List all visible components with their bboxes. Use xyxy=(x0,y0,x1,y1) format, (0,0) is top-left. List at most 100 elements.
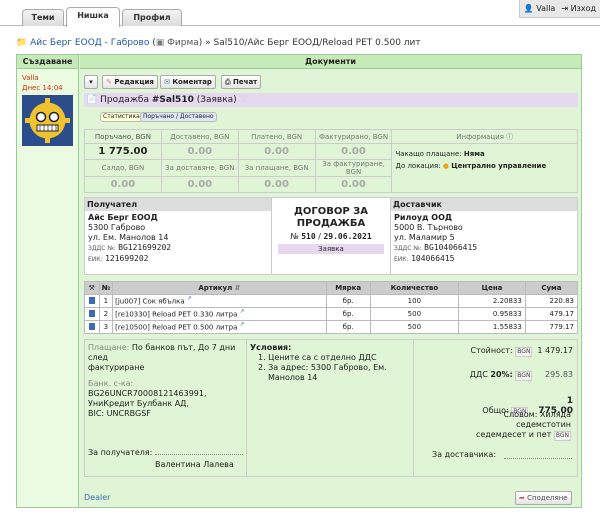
bank-iban: BG26UNCR70008121463991, xyxy=(88,389,207,398)
user-icon: 👤 xyxy=(523,4,534,13)
share-icon: ➦ xyxy=(519,494,525,502)
summary-label-balance: Салдо, BGN xyxy=(84,159,162,177)
item-name: Reload PET 0.500 литра xyxy=(152,323,238,332)
printer-icon: ⎙ xyxy=(225,78,231,86)
contract-state: Заявка xyxy=(278,244,384,254)
summary-value-to-pay: 0.00 xyxy=(237,176,316,193)
sale-number[interactable]: #Sal510 xyxy=(152,95,194,105)
contract-number: 510 xyxy=(301,232,316,241)
supplier-sign-label: За доставчика: xyxy=(432,450,497,459)
conditions-header: Условия: xyxy=(250,343,292,352)
creator-name[interactable]: Valla xyxy=(22,74,39,82)
logout-link[interactable]: ⇥ Изход xyxy=(561,4,596,13)
summary-value-ordered: 1 775.00 xyxy=(84,143,162,160)
payment-box: Плащане: По банков път, До 7 дни след фа… xyxy=(85,340,247,476)
external-link-icon[interactable]: ↗ xyxy=(187,296,192,302)
dealer-link[interactable]: Dealer xyxy=(84,493,110,502)
item-code: [re10330] xyxy=(115,310,150,319)
logout-icon: ⇥ xyxy=(561,4,569,13)
recipient-eik: 121699202 xyxy=(105,254,149,263)
breadcrumb-company-link[interactable]: Айс Берг ЕООД - Габрово xyxy=(30,38,149,48)
summary-table: Поръчано, BGN Доставено, BGN Платено, BG… xyxy=(84,129,578,193)
terms-block: Плащане: По банков път, До 7 дни след фа… xyxy=(84,339,578,477)
comment-button[interactable]: ✉ Коментар xyxy=(160,75,216,89)
comment-icon: ✉ xyxy=(164,78,170,86)
user-link[interactable]: 👤 Valla xyxy=(524,4,556,13)
contract-box: ДОГОВОР ЗА ПРОДАЖБА № 510 / 29.06.2021 З… xyxy=(271,198,391,274)
recipient-vat: BG121699202 xyxy=(118,243,172,252)
print-button[interactable]: ⎙ Печат xyxy=(221,75,262,89)
contract-title-1: ДОГОВОР ЗА xyxy=(293,206,369,217)
pencil-icon: ✎ xyxy=(106,78,112,86)
heart-icon[interactable]: ♡ xyxy=(240,95,248,105)
currency-tag: BGN xyxy=(515,347,533,357)
summary-label-info: Информация ⓘ xyxy=(391,129,578,144)
summary-label-to-pay: За плащане, BGN xyxy=(237,159,316,177)
row-doc-icon[interactable] xyxy=(84,294,100,308)
external-link-icon[interactable]: ↗ xyxy=(240,309,245,315)
items-header-row: ⚒ № Артикул ⇵ Мярка Количество Цена Сума xyxy=(84,281,579,295)
row-doc-icon[interactable] xyxy=(84,307,100,321)
tab-ordered-delivered[interactable]: Поръчано / Доставено xyxy=(140,112,217,122)
summary-label-to-invoice: За фактуриране, BGN xyxy=(314,159,393,177)
breadcrumb-type: Фирма xyxy=(167,38,199,48)
recipient-address-1: 5300 Габрово xyxy=(88,223,146,232)
creator-column: Valla Днес 14:04 xyxy=(17,69,79,507)
supplier-eik: 104066415 xyxy=(411,254,455,263)
recipient-box: Получател Айс Берг ЕООД 5300 Габрово ул.… xyxy=(85,198,271,274)
tab-statistics[interactable]: Статистика xyxy=(100,112,143,122)
conditions-box: Условия: 1. Цените са с отделно ДДС 2. З… xyxy=(247,340,414,476)
contract-date: 29.06.2021 xyxy=(323,232,372,241)
item-name: Сок ябълка xyxy=(142,297,185,306)
creator-time: Днес 14:04 xyxy=(22,84,63,92)
tab-profile[interactable]: Профил xyxy=(122,9,182,26)
building-icon: ▣ xyxy=(155,38,165,48)
supplier-address-2: ул. Маламир 5 xyxy=(394,233,455,242)
summary-info-cell: Чакащо плащане: Няма До локация: ● Центр… xyxy=(391,143,578,193)
items-header-sum: Сума xyxy=(524,281,579,295)
recipient-name: Айс Берг ЕООД xyxy=(88,213,158,222)
summary-value-paid: 0.00 xyxy=(237,143,316,160)
breadcrumb: 📁 Айс Берг ЕООД - Габрово (▣ Фирма) » Sa… xyxy=(16,38,421,48)
more-dropdown-button[interactable]: ▾ xyxy=(84,75,98,89)
folder-icon: 📁 xyxy=(16,38,28,48)
row-doc-icon[interactable] xyxy=(84,320,100,334)
table-row: 2 [re10330] Reload PET 0.330 литра ↗ бр.… xyxy=(84,307,579,321)
table-row: 3 [re10500] Reload PET 0.500 литра ↗ бр.… xyxy=(84,320,579,334)
supplier-box: Доставчик Рилоуд ООД 5000 В. Търново ул.… xyxy=(391,198,577,274)
bank-name: УниКредит Булбанк АД, xyxy=(88,399,189,408)
avatar[interactable] xyxy=(22,95,73,146)
top-bar: Теми Нишка Профил 👤 Valla ⇥ Изход xyxy=(0,0,600,27)
tools-icon-header[interactable]: ⚒ xyxy=(84,281,100,295)
items-header-article[interactable]: Артикул ⇵ xyxy=(112,281,327,295)
summary-label-delivered: Доставено, BGN xyxy=(160,129,239,144)
info-icon[interactable]: ⓘ xyxy=(506,133,513,141)
items-header-price: Цена xyxy=(458,281,526,295)
item-name: Reload PET 0.330 литра xyxy=(152,310,238,319)
recipient-sign-label: За получателя: xyxy=(88,448,153,457)
recipient-sign-name: Валентина Лалева xyxy=(155,460,234,469)
user-box: 👤 Valla ⇥ Изход xyxy=(518,0,600,18)
edit-button[interactable]: ✎ Редакция xyxy=(102,75,158,89)
supplier-name: Рилоуд ООД xyxy=(394,213,453,222)
items-header-qty: Количество xyxy=(369,281,460,295)
external-link-icon[interactable]: ↗ xyxy=(240,322,245,328)
pending-payment-value: Няма xyxy=(463,150,485,158)
tab-thread[interactable]: Нишка xyxy=(66,7,120,27)
summary-label-ordered: Поръчано, BGN xyxy=(84,129,162,144)
contract-title-2: ПРОДАЖБА xyxy=(296,218,366,229)
items-header-unit: Мярка xyxy=(325,281,371,295)
sale-title-bar: 📄 Продажба #Sal510 (Заявка) ♡ xyxy=(84,93,578,107)
items-table: ⚒ № Артикул ⇵ Мярка Количество Цена Сума… xyxy=(84,281,579,334)
location-value[interactable]: Централно управление xyxy=(451,162,546,170)
item-code: [re10500] xyxy=(115,323,150,332)
parties-block: Получател Айс Берг ЕООД 5300 Габрово ул.… xyxy=(84,197,578,275)
supplier-vat: BG104066415 xyxy=(424,243,478,252)
totals-box: Стойност: BGN 1 479.17 ДДС 20%: BGN 295.… xyxy=(432,346,573,459)
tab-topics[interactable]: Теми xyxy=(22,9,64,26)
total-cost: 1 479.17 xyxy=(537,346,573,355)
avatar-robot-icon xyxy=(25,98,70,143)
share-button[interactable]: ➦ Споделяне xyxy=(515,491,572,505)
summary-label-to-deliver: За доставяне, BGN xyxy=(160,159,239,177)
items-header-no: № xyxy=(98,281,114,295)
